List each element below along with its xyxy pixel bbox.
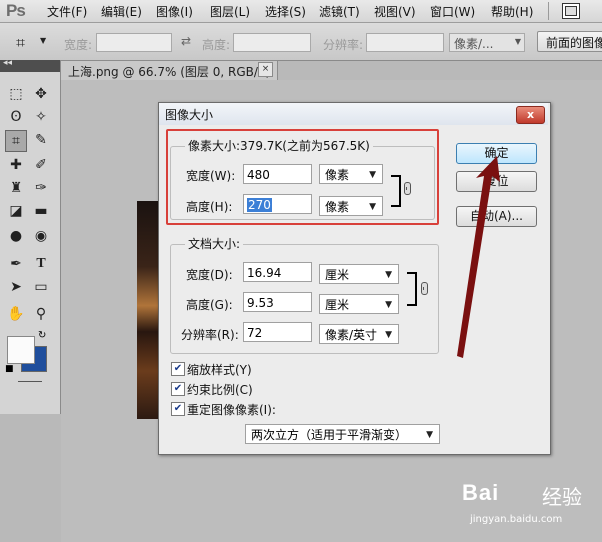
eyedropper-tool-icon[interactable]: ✎ (31, 130, 51, 150)
swap-icon[interactable]: ⇄ (181, 34, 191, 48)
option-width-input[interactable] (96, 33, 172, 52)
shape-tool-icon[interactable]: ▭ (31, 277, 51, 297)
magic-wand-tool-icon[interactable]: ✧ (31, 107, 51, 127)
resolution-input[interactable]: 72 (243, 322, 312, 342)
brush-tool-icon[interactable]: ✐ (31, 155, 51, 175)
type-tool-icon[interactable]: T (31, 254, 51, 274)
stamp-tool-icon[interactable]: ♜ (6, 178, 26, 198)
crop-preset-icon[interactable]: ⌗ (16, 33, 25, 53)
history-brush-icon[interactable]: ✑ (31, 178, 51, 198)
resample-method-select[interactable]: 两次立方（适用于平滑渐变） ▼ (245, 424, 440, 444)
chevron-down-icon: ▼ (385, 330, 392, 340)
zoom-tool-icon[interactable]: ⚲ (31, 304, 51, 324)
doc-width-unit-select[interactable]: 厘米 ▼ (319, 264, 399, 284)
doc-constrain-bracket (407, 272, 417, 306)
dodge-tool-icon[interactable]: ◉ (31, 226, 51, 246)
move-tool-icon[interactable]: ✥ (31, 84, 51, 104)
auto-button[interactable]: 自动(A)... (456, 206, 537, 227)
menu-image[interactable]: 图像(I) (156, 3, 193, 20)
option-height-label: 高度: (202, 38, 231, 52)
chevron-down-icon[interactable]: ▼ (40, 36, 46, 45)
dialog-title: 图像大小 (165, 108, 214, 122)
resolution-unit-select[interactable]: 像素/英寸 ▼ (319, 324, 399, 344)
blur-tool-icon[interactable]: ● (6, 226, 26, 246)
doc-height-input[interactable]: 9.53 (243, 292, 312, 312)
document-size-legend: 文档大小: (185, 235, 244, 252)
doc-height-unit: 厘米 (325, 298, 350, 312)
doc-height-unit-select[interactable]: 厘米 ▼ (319, 294, 399, 314)
doc-width-input[interactable]: 16.94 (243, 262, 312, 282)
ok-button[interactable]: 确定 (456, 143, 537, 164)
menu-view[interactable]: 视图(V) (374, 3, 416, 20)
annotation-highlight-box (166, 129, 439, 225)
dialog-titlebar[interactable] (159, 103, 548, 125)
chain-link-icon (421, 282, 428, 295)
scale-styles-label: 缩放样式(Y) (187, 363, 252, 377)
swap-colors-icon[interactable]: ↻ (38, 330, 46, 341)
watermark-logo: Bai (462, 480, 500, 505)
foreground-color-swatch[interactable] (7, 336, 35, 364)
menu-help[interactable]: 帮助(H) (491, 3, 533, 20)
doc-width-label: 宽度(D): (186, 268, 233, 282)
pen-tool-icon[interactable]: ✒ (6, 254, 26, 274)
front-image-button[interactable]: 前面的图像 (537, 31, 602, 52)
watermark-url: jingyan.baidu.com (470, 514, 563, 525)
toolbox-header[interactable]: ◂◂ (0, 58, 60, 72)
resample-image-label: 重定图像像素(I): (187, 403, 276, 417)
front-image-label: 前面的图像 (546, 36, 602, 50)
constrain-proportions-label: 约束比例(C) (187, 383, 253, 397)
constrain-proportions-checkbox[interactable]: ✔ (171, 382, 185, 396)
quick-mask-icon[interactable] (18, 381, 42, 382)
option-resolution-input[interactable] (366, 33, 444, 52)
menu-separator (548, 2, 549, 20)
menu-file[interactable]: 文件(F) (47, 3, 87, 20)
option-resolution-label: 分辨率: (323, 38, 364, 52)
chevron-down-icon: ▼ (385, 270, 392, 280)
dialog-close-button[interactable]: x (516, 106, 545, 124)
menu-layer[interactable]: 图层(L) (210, 3, 250, 20)
menu-select[interactable]: 选择(S) (265, 3, 306, 20)
option-width-label: 宽度: (64, 38, 93, 52)
menu-filter[interactable]: 滤镜(T) (319, 3, 360, 20)
chevron-down-icon: ▼ (385, 300, 392, 310)
option-unit-value: 像素/... (454, 37, 494, 51)
resolution-unit: 像素/英寸 (325, 328, 378, 342)
marquee-tool-icon[interactable]: ⬚ (6, 84, 26, 104)
resample-image-checkbox[interactable]: ✔ (171, 402, 185, 416)
app-logo: Ps (6, 1, 26, 20)
screen-mode-icon[interactable] (562, 3, 580, 19)
menu-window[interactable]: 窗口(W) (430, 3, 475, 20)
path-select-tool-icon[interactable]: ➤ (6, 277, 26, 297)
lasso-tool-icon[interactable]: ʘ (6, 107, 26, 127)
crop-tool-icon[interactable]: ⌗ (5, 130, 27, 152)
scale-styles-checkbox[interactable]: ✔ (171, 362, 185, 376)
doc-width-unit: 厘米 (325, 268, 350, 282)
option-height-input[interactable] (233, 33, 311, 52)
gradient-tool-icon[interactable]: ▬ (31, 201, 51, 221)
option-unit-select[interactable]: 像素/... ▼ (449, 33, 525, 52)
resample-method-value: 两次立方（适用于平滑渐变） (251, 428, 408, 442)
collapse-icon: ◂◂ (3, 58, 13, 68)
chevron-down-icon: ▼ (514, 37, 521, 46)
doc-height-label: 高度(G): (186, 298, 233, 312)
close-icon[interactable]: × (258, 62, 273, 77)
chevron-down-icon: ▼ (426, 430, 433, 440)
document-tab-title: 上海.png @ 66.7% (图层 0, RGB/8) (68, 65, 271, 79)
eraser-tool-icon[interactable]: ◪ (6, 201, 26, 221)
watermark: Bai 经验 jingyan.baidu.com (462, 474, 602, 542)
reset-button[interactable]: 复位 (456, 171, 537, 192)
menu-edit[interactable]: 编辑(E) (101, 3, 142, 20)
resolution-label: 分辨率(R): (181, 328, 239, 342)
watermark-text: 经验 (542, 485, 582, 509)
hand-tool-icon[interactable]: ✋ (6, 304, 26, 324)
default-colors-icon[interactable]: ■ (5, 364, 14, 374)
healing-tool-icon[interactable]: ✚ (6, 155, 26, 175)
